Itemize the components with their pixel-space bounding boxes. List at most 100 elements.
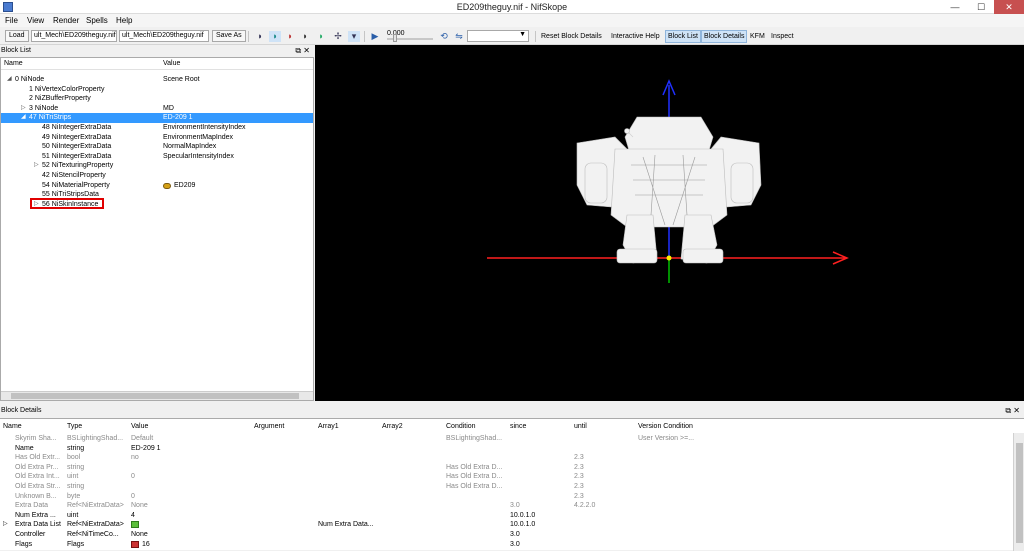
details-col-header[interactable]: Name [3, 421, 22, 432]
axes-icon[interactable]: ✢ [332, 31, 344, 42]
material-palette-icon [163, 182, 171, 189]
details-cell-value: 0 [131, 473, 135, 481]
minimize-button[interactable]: — [942, 0, 968, 14]
details-cell-type: Flags [67, 540, 85, 548]
details-row[interactable]: ▷ Extra Data List Ref<NiExtraData> Num Extr… [0, 520, 1012, 530]
details-row[interactable]: Old Extra Int... uint 0 Has Old Extra D... 2… [0, 472, 1012, 482]
menu-render[interactable]: Render [53, 16, 79, 25]
tree-row-label: 54 NiMaterialProperty [42, 181, 110, 189]
details-cell-cond: Has Old Extra D... [446, 483, 503, 490]
specular-icon[interactable]: ◗ [315, 31, 327, 42]
block-list-col-value[interactable]: Value [163, 58, 180, 70]
tree-row[interactable]: 54 NiMaterialProperty ED209 [1, 181, 313, 191]
tree-row[interactable]: 51 NiIntegerExtraData SpecularIntensityIn… [1, 152, 313, 162]
details-col-header[interactable]: since [510, 421, 526, 432]
details-col-header[interactable]: Argument [254, 421, 284, 432]
view-dropdown-icon[interactable]: ▾ [348, 31, 360, 42]
block-list-tree[interactable]: Name Value ◢ 0 NiNode Scene Root 1 NiVertex… [0, 57, 314, 401]
details-col-header[interactable]: until [574, 421, 587, 432]
frame-slider-thumb[interactable] [393, 34, 397, 42]
tree-row-value: ED209 [174, 181, 196, 189]
details-row[interactable]: Controller Ref<NiTimeCo... None 3.0 [0, 530, 1012, 540]
tree-row[interactable]: 50 NiIntegerExtraData NormalMapIndex [1, 142, 313, 152]
shaders-icon[interactable]: ◗ [284, 31, 296, 42]
expand-arrow-icon[interactable]: ▷ [34, 161, 39, 171]
block-list-hscrollbar[interactable] [1, 391, 313, 400]
vertex-colors-icon[interactable]: ◗ [299, 31, 311, 42]
collapse-arrow-icon[interactable]: ◢ [7, 75, 12, 85]
load-button[interactable]: Load [5, 30, 29, 42]
details-col-header[interactable]: Value [131, 421, 148, 432]
block-details-vscrollbar[interactable] [1013, 433, 1024, 551]
tree-row[interactable]: ▷ 52 NiTexturingProperty [1, 161, 313, 171]
details-cell-name: Old Extra Pr... [15, 463, 59, 471]
tree-row-value: NormalMapIndex [163, 143, 217, 151]
details-row[interactable]: Flags Flags 16 3.0 [0, 540, 1012, 550]
details-row[interactable]: Old Extra Str... string Has Old Extra D...… [0, 482, 1012, 492]
loop-icon[interactable]: ⟲ [438, 31, 450, 42]
render-viewport[interactable] [315, 45, 1024, 401]
block-details-table[interactable]: Name Type Value Argument Array1 Array2 Conditi… [0, 418, 1024, 551]
tree-row[interactable]: 1 NiVertexColorProperty [1, 85, 313, 95]
expand-arrow-icon[interactable]: ▷ [3, 520, 8, 530]
tree-row[interactable]: 42 NiStencilProperty [1, 171, 313, 181]
details-col-header[interactable]: Condition [446, 421, 476, 432]
details-cell-since: 10.0.1.0 [510, 521, 536, 529]
details-col-header[interactable]: Type [67, 421, 82, 432]
details-col-header[interactable]: Array2 [382, 421, 403, 432]
details-row[interactable]: Skyrim Sha... BSLightingShad... Default BSL… [0, 434, 1012, 444]
lighting-icon[interactable]: ◗ [254, 31, 266, 42]
save-as-button[interactable]: Save As [212, 30, 246, 42]
menu-spells[interactable]: Spells [86, 16, 108, 25]
menu-file[interactable]: File [5, 16, 18, 25]
details-row[interactable]: Extra Data Ref<NiExtraData> None 3.0 4.2.2.0 [0, 501, 1012, 511]
reset-block-details-button[interactable]: Reset Block Details [541, 32, 602, 41]
details-row[interactable]: Name string ED-209 1 [0, 444, 1012, 454]
tree-row[interactable]: 48 NiIntegerExtraData EnvironmentIntensit… [1, 123, 313, 133]
tree-row-label: 48 NiIntegerExtraData [42, 124, 112, 131]
details-cell-name: Name [15, 444, 34, 452]
tree-row-label: 52 NiTexturingProperty [42, 162, 114, 170]
details-col-header[interactable]: Version Condition [638, 421, 693, 432]
switch-animation-icon[interactable]: ⇋ [453, 31, 465, 42]
scene-svg [487, 79, 849, 283]
inspect-button[interactable]: Inspect [771, 32, 794, 41]
block-details-toggle[interactable]: Block Details [701, 30, 748, 43]
menu-help[interactable]: Help [116, 16, 132, 25]
tree-row[interactable]: 2 NiZBufferProperty [1, 94, 313, 104]
details-row[interactable]: Num Extra ... uint 4 10.0.1.0 [0, 511, 1012, 521]
details-cell-type: string [67, 444, 85, 452]
highlight-box [30, 198, 104, 209]
details-cell-name: Old Extra Int... [15, 473, 60, 481]
details-cell-value: 0 [131, 492, 135, 500]
details-row[interactable]: Has Old Extr... bool no 2.3 [0, 453, 1012, 463]
block-list-col-name[interactable]: Name [4, 58, 23, 70]
details-row[interactable]: Old Extra Pr... string Has Old Extra D... 2… [0, 463, 1012, 473]
close-button[interactable]: ✕ [994, 0, 1024, 14]
animation-select[interactable]: ▼ [467, 30, 529, 42]
menu-view[interactable]: View [27, 16, 44, 25]
block-details-dock-buttons[interactable]: ⧉ ✕ [1005, 405, 1020, 417]
tree-row[interactable]: 49 NiIntegerExtraData EnvironmentMapIndex [1, 133, 313, 143]
interactive-help-button[interactable]: Interactive Help [611, 32, 660, 41]
details-cell-type: uint [67, 511, 79, 519]
play-icon[interactable]: ▶ [369, 31, 381, 42]
save-path-field[interactable]: ult_Mech\ED209theguy.nif [119, 30, 209, 42]
tree-row[interactable]: ▷ 3 NiNode MD [1, 104, 313, 114]
details-cell-name: Controller [15, 531, 46, 538]
block-list-toggle[interactable]: Block List [665, 30, 701, 43]
details-col-header[interactable]: Array1 [318, 421, 339, 432]
expand-arrow-icon[interactable]: ▷ [21, 104, 26, 114]
details-cell-since: 10.0.1.0 [510, 511, 536, 519]
block-list-header: Block List ⧉ ✕ [0, 45, 314, 57]
details-row[interactable]: Unknown B... byte 0 2.3 [0, 492, 1012, 502]
load-path-field[interactable]: ult_Mech\ED209theguy.nif [31, 30, 117, 42]
kfm-button[interactable]: KFM [750, 32, 765, 41]
textures-icon[interactable]: ◗ [269, 31, 281, 42]
tree-row[interactable]: ◢ 47 NiTriStrips ED-209 1 [1, 113, 313, 123]
tree-row[interactable]: ◢ 0 NiNode Scene Root [1, 75, 313, 85]
maximize-button[interactable]: ☐ [968, 0, 994, 14]
block-list-dock-buttons[interactable]: ⧉ ✕ [295, 45, 310, 57]
collapse-arrow-icon[interactable]: ◢ [21, 113, 26, 123]
details-cell-until: 2.3 [574, 483, 584, 490]
